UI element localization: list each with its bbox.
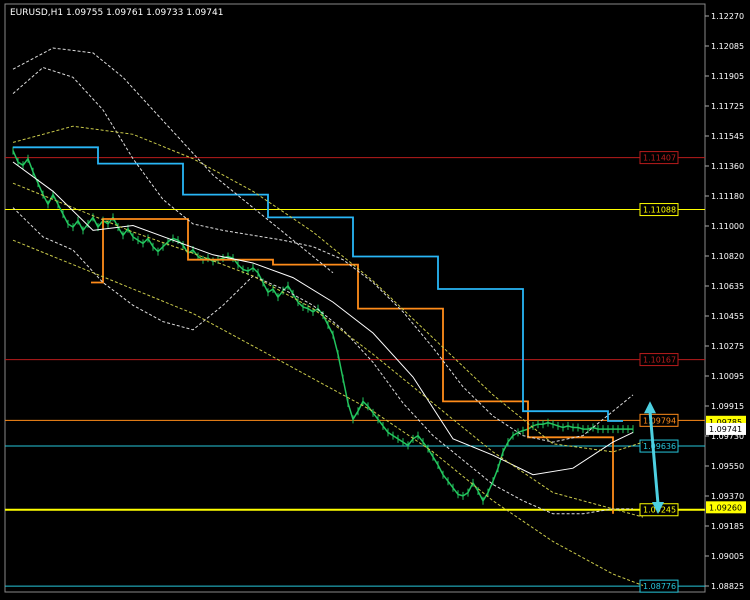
y-tick-label: 1.10820 (711, 252, 744, 261)
level-label: 1.10167 (643, 356, 676, 365)
y-tick-label: 1.08825 (711, 582, 744, 591)
forecast-arrow-up-head (644, 401, 656, 414)
level-label: 1.09794 (643, 416, 676, 425)
chart-area[interactable]: EURUSD,H1 1.09755 1.09761 1.09733 1.0974… (0, 0, 750, 600)
series-price (12, 150, 633, 503)
y-tick-label: 1.11180 (711, 192, 744, 201)
level-label: 1.08776 (643, 582, 676, 591)
series-stop-orange (91, 218, 614, 514)
level-label: 1.11407 (643, 154, 676, 163)
y-tick-label: 1.12085 (711, 42, 744, 51)
y-tick-label: 1.09550 (711, 462, 744, 471)
y-tick-label: 1.09915 (711, 402, 744, 411)
series-band-upper (12, 66, 634, 443)
level-label: 1.11088 (643, 206, 676, 215)
price-chart[interactable]: 1.12270 1.12085 1.11905 1.11725 1.11545 1.113… (0, 0, 750, 600)
y-tick-label: 1.11905 (711, 72, 744, 81)
y-tick-label: 1.09005 (711, 552, 744, 561)
plot-frame (4, 3, 706, 593)
series-envelope-lower (12, 182, 644, 518)
y-tick-label: 1.10455 (711, 312, 744, 321)
y-tick-label: 1.11000 (711, 222, 744, 231)
y-tick-label: 1.12270 (711, 12, 744, 21)
y-tick-label: 1.10635 (711, 282, 744, 291)
y-tick-label: 1.10275 (711, 342, 744, 351)
series-envelope-upper (12, 125, 644, 453)
axis-price-marker-label: 1.09260 (709, 503, 742, 512)
y-tick-label: 1.09370 (711, 492, 744, 501)
y-tick-label: 1.11545 (711, 132, 744, 141)
y-tick-label: 1.10095 (711, 372, 744, 381)
y-tick-label: 1.09185 (711, 522, 744, 531)
level-label: 1.09636 (643, 442, 676, 451)
axis-price-marker-label: 1.09741 (709, 425, 742, 434)
y-tick-label: 1.11725 (711, 102, 744, 111)
series-band-lower (12, 207, 633, 515)
y-tick-label: 1.11360 (711, 162, 744, 171)
series-outer-lower (12, 239, 644, 586)
